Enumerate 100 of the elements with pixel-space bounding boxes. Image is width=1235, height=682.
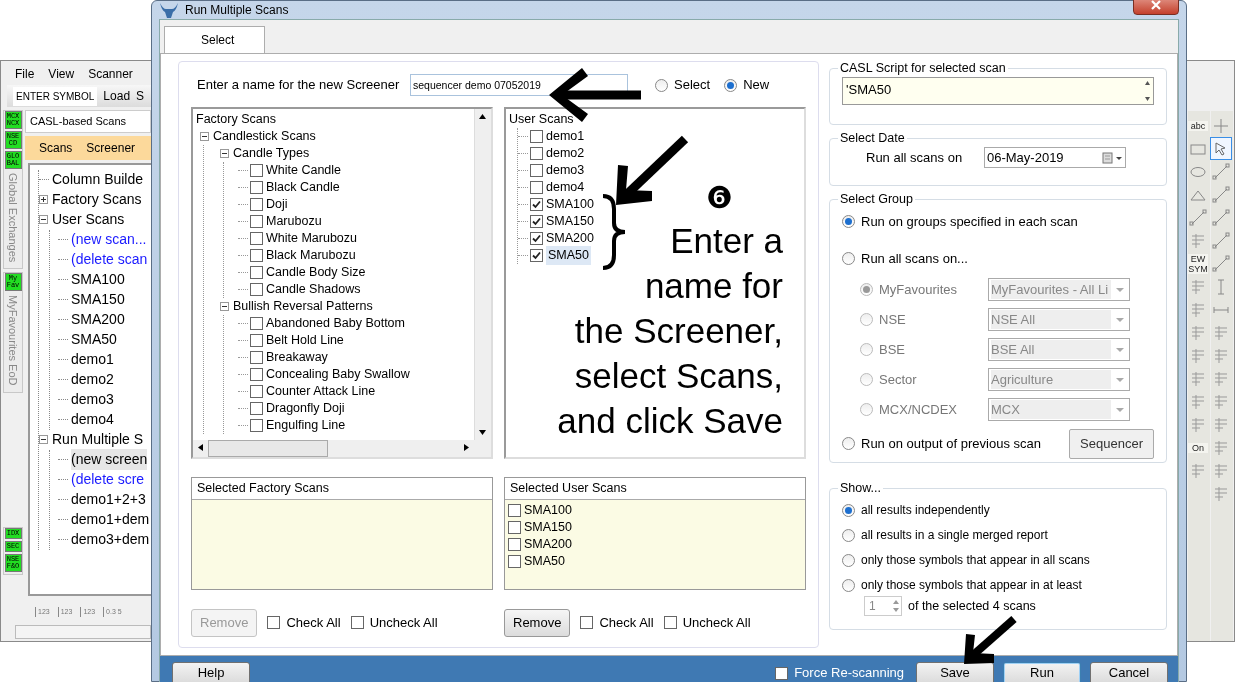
checkbox[interactable] bbox=[250, 232, 263, 245]
checkbox[interactable] bbox=[250, 164, 263, 177]
expand-icon[interactable] bbox=[39, 195, 48, 204]
list-item[interactable]: SMA100 bbox=[546, 195, 594, 214]
tree-item[interactable]: SMA200 bbox=[71, 309, 125, 330]
collapse-icon[interactable] bbox=[220, 149, 229, 158]
list-item[interactable]: SMA150 bbox=[524, 517, 572, 537]
tree-item[interactable]: Breakaway bbox=[266, 348, 328, 367]
tree-item[interactable]: Concealing Baby Swallow bbox=[266, 365, 410, 384]
horizontal-scrollbar[interactable] bbox=[193, 440, 491, 457]
radio-button[interactable] bbox=[842, 503, 855, 517]
radio-button[interactable] bbox=[842, 578, 855, 592]
tree-item[interactable]: Black Marubozu bbox=[266, 246, 356, 265]
list-item[interactable]: demo1 bbox=[546, 127, 585, 146]
tree-item[interactable]: Marubozu bbox=[266, 212, 322, 231]
tree-item[interactable]: Engulfing Line bbox=[266, 416, 346, 435]
menu-item[interactable]: File bbox=[15, 65, 35, 80]
list-item[interactable]: SMA50 bbox=[546, 246, 591, 265]
dialog-button[interactable]: Save bbox=[916, 661, 994, 682]
checkbox[interactable] bbox=[250, 402, 263, 415]
tree-item[interactable]: White Marubozu bbox=[266, 229, 357, 248]
list-item[interactable]: SMA200 bbox=[524, 534, 572, 554]
list-item[interactable]: SMA200 bbox=[546, 229, 594, 248]
tree-item[interactable]: (new screen bbox=[71, 449, 148, 470]
checkbox[interactable] bbox=[530, 215, 543, 228]
dialog-button[interactable]: Run bbox=[1003, 661, 1081, 682]
tree-item[interactable]: SMA150 bbox=[71, 289, 125, 310]
tree-item[interactable]: demo2 bbox=[71, 369, 114, 390]
date-picker[interactable]: 06-May-2019 bbox=[984, 147, 1126, 168]
radio-button[interactable] bbox=[842, 437, 855, 451]
checkbox[interactable] bbox=[530, 147, 543, 160]
checkbox[interactable] bbox=[250, 419, 263, 432]
checkbox[interactable] bbox=[508, 503, 521, 517]
remove-button[interactable]: Remove bbox=[504, 609, 571, 637]
tree-item[interactable]: Candle Body Size bbox=[266, 263, 366, 282]
number-spinner[interactable]: 1 bbox=[864, 596, 902, 616]
checkbox[interactable] bbox=[530, 198, 543, 211]
line-tool-icon[interactable] bbox=[1211, 161, 1231, 182]
toolbar-button[interactable]: Load bbox=[103, 87, 131, 105]
checkbox[interactable] bbox=[250, 334, 263, 347]
menu-item[interactable]: Scanner bbox=[88, 65, 133, 80]
list-item[interactable]: SMA150 bbox=[546, 212, 594, 231]
collapse-icon[interactable] bbox=[220, 302, 229, 311]
line-tool-icon[interactable] bbox=[1211, 184, 1231, 205]
checkbox[interactable] bbox=[508, 537, 521, 551]
radio-button[interactable] bbox=[655, 78, 668, 92]
tool-button[interactable]: EW SYM bbox=[1188, 253, 1208, 274]
checkbox[interactable] bbox=[250, 266, 263, 279]
checkbox[interactable] bbox=[508, 520, 521, 534]
checkbox[interactable] bbox=[250, 385, 263, 398]
checkbox[interactable] bbox=[250, 283, 263, 296]
dialog-button[interactable]: Cancel bbox=[1090, 661, 1168, 682]
tree-link[interactable]: (new scan... bbox=[71, 229, 147, 250]
tree-link[interactable]: (delete scan bbox=[71, 249, 148, 270]
close-button[interactable] bbox=[1133, 0, 1179, 15]
symbol-field[interactable]: ENTER SYMBOL bbox=[13, 86, 98, 106]
checkbox[interactable] bbox=[250, 181, 263, 194]
tree-item[interactable]: Column Builde bbox=[52, 169, 144, 190]
collapse-icon[interactable] bbox=[39, 215, 48, 224]
tree-link[interactable]: (delete scre bbox=[71, 469, 145, 490]
line-tool-icon[interactable] bbox=[1188, 207, 1208, 228]
tab[interactable]: Scans bbox=[39, 138, 73, 157]
tree-item[interactable]: White Candle bbox=[266, 161, 342, 180]
radio-button[interactable] bbox=[842, 528, 855, 542]
tree-item[interactable]: SMA50 bbox=[71, 329, 117, 350]
vertical-scrollbar[interactable] bbox=[474, 109, 491, 440]
tree-item[interactable]: demo1+2+3 bbox=[71, 489, 146, 510]
checkbox[interactable] bbox=[250, 215, 263, 228]
radio-button[interactable] bbox=[842, 215, 855, 229]
tree-item[interactable]: Candle Types bbox=[233, 144, 310, 163]
calendar-icon[interactable] bbox=[1101, 150, 1125, 165]
radio-button[interactable] bbox=[842, 553, 855, 567]
tree-item[interactable]: User Scans bbox=[52, 209, 125, 230]
tool-button[interactable]: abc bbox=[1188, 120, 1208, 131]
tree-item[interactable]: demo4 bbox=[71, 409, 114, 430]
line-tool-icon[interactable] bbox=[1211, 230, 1231, 251]
checkbox[interactable] bbox=[508, 554, 521, 568]
list-item[interactable]: demo4 bbox=[546, 178, 585, 197]
tree-item[interactable]: Counter Attack Line bbox=[266, 382, 376, 401]
tree-item[interactable]: demo3+dem bbox=[71, 529, 150, 550]
tree-item[interactable]: Candle Shadows bbox=[266, 280, 361, 299]
line-tool-icon[interactable] bbox=[1211, 207, 1231, 228]
tree-item[interactable]: Candlestick Scans bbox=[213, 127, 316, 146]
checkbox[interactable] bbox=[663, 616, 677, 630]
checkbox[interactable] bbox=[530, 130, 543, 143]
list-item[interactable]: SMA50 bbox=[524, 551, 565, 571]
tool-button[interactable]: On bbox=[1188, 442, 1208, 453]
tree-item[interactable]: Run Multiple S bbox=[52, 429, 144, 450]
close-icon[interactable] bbox=[1150, 0, 1162, 10]
checkbox[interactable] bbox=[530, 249, 543, 262]
tree-item[interactable]: Bullish Reversal Patterns bbox=[233, 297, 373, 316]
checkbox[interactable] bbox=[250, 198, 263, 211]
checkbox[interactable] bbox=[530, 181, 543, 194]
script-field[interactable]: 'SMA50 bbox=[842, 77, 1154, 105]
tree-item[interactable]: Dragonfly Doji bbox=[266, 399, 345, 418]
collapse-icon[interactable] bbox=[39, 435, 48, 444]
tree-item[interactable]: Factory Scans bbox=[52, 189, 142, 210]
tree-item[interactable]: Doji bbox=[266, 195, 288, 214]
checkbox[interactable] bbox=[250, 368, 263, 381]
checkbox[interactable] bbox=[775, 666, 789, 680]
